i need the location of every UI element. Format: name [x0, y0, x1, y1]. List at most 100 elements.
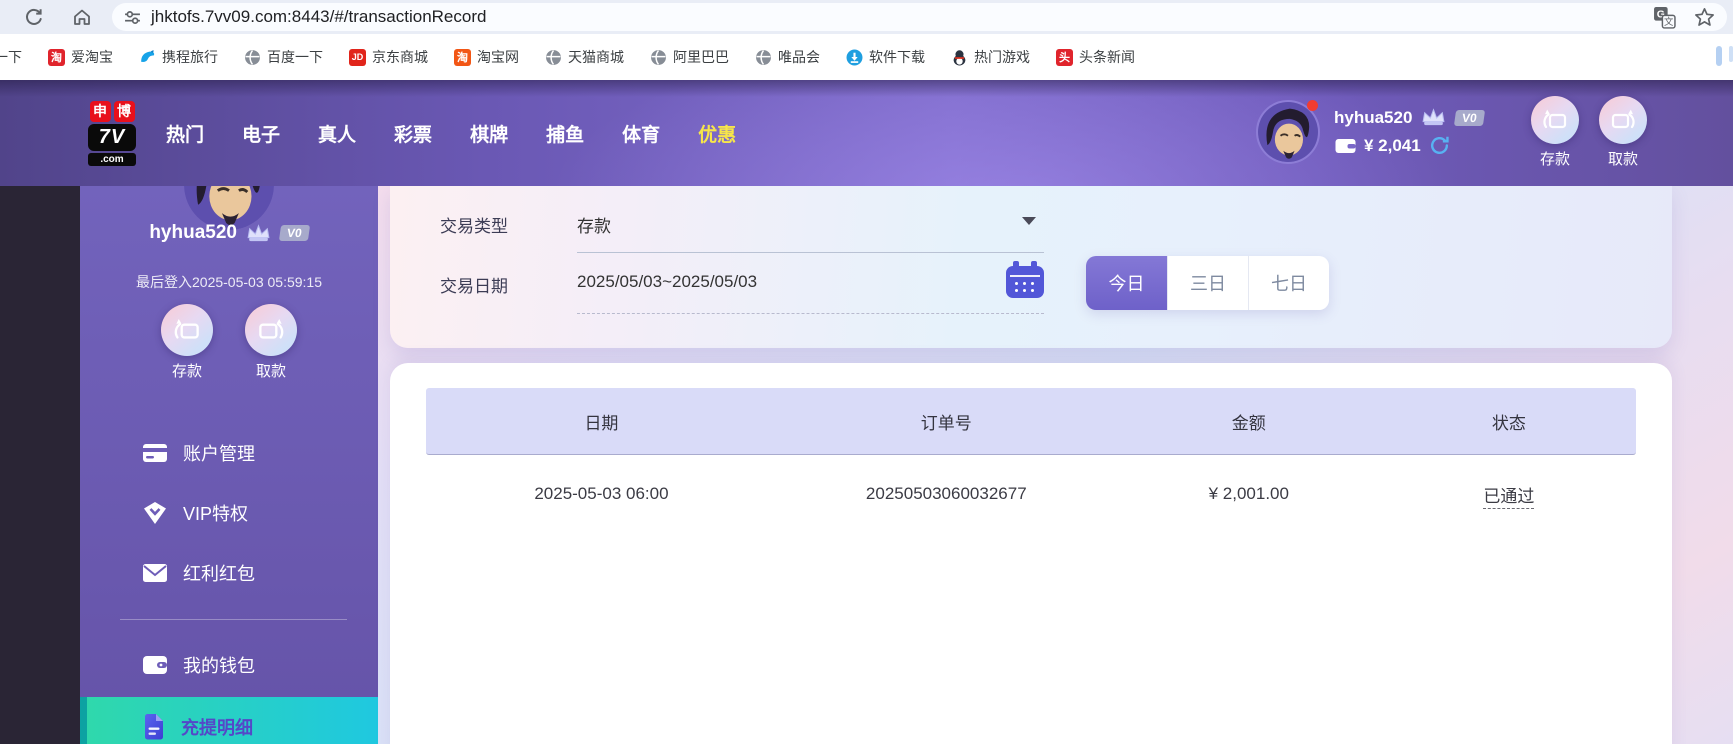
nav-live[interactable]: 真人 — [318, 120, 356, 147]
globe-icon — [755, 49, 772, 66]
nav-lottery[interactable]: 彩票 — [394, 120, 432, 147]
vip-gem-icon — [142, 501, 168, 525]
bookmark-taobao[interactable]: 淘 淘宝网 — [454, 47, 519, 67]
nav-hot[interactable]: 热门 — [166, 120, 204, 147]
bookmark-vip[interactable]: 唯品会 — [755, 47, 820, 67]
status-badge[interactable]: 已通过 — [1483, 487, 1534, 509]
card-icon — [142, 442, 168, 464]
bookmark-label: 天猫商城 — [568, 47, 624, 67]
bookmark-label: 阿里巴巴 — [673, 47, 729, 67]
bookmark-partial[interactable]: 一下 — [0, 47, 22, 67]
crown-icon — [1420, 107, 1447, 128]
left-dark-strip — [0, 186, 80, 744]
bookmark-ctrip[interactable]: 携程旅行 — [139, 47, 218, 67]
user-cluster: hyhua520 V0 ¥ 2,041 — [1256, 100, 1484, 164]
bookmark-label: 热门游戏 — [974, 47, 1030, 67]
download-icon — [846, 49, 863, 66]
penguin-icon — [951, 49, 968, 66]
taobao-orange-icon: 淘 — [454, 49, 471, 66]
url-bar[interactable]: jhktofs.7vv09.com:8443/#/transactionReco… — [112, 3, 1727, 31]
bookmark-games[interactable]: 热门游戏 — [951, 47, 1030, 67]
sidebar-withdraw-button[interactable]: 取款 — [245, 304, 297, 381]
site-logo[interactable]: 申 博 7V .com — [88, 101, 136, 166]
notification-dot — [1307, 100, 1318, 111]
vip-level-badge: V0 — [279, 225, 310, 241]
reload-icon[interactable] — [24, 7, 44, 27]
sidebar-item-wallet[interactable]: 我的钱包 — [80, 638, 378, 692]
document-icon — [142, 713, 166, 741]
scrollbar-thumb[interactable] — [1716, 46, 1722, 66]
sidebar-deposit-button[interactable]: 存款 — [161, 304, 213, 381]
sidebar-item-label: 红利红包 — [183, 560, 255, 586]
taobao-red-icon: 淘 — [48, 49, 65, 66]
wallet-icon — [142, 654, 168, 676]
bookmark-jd[interactable]: JD 京东商城 — [349, 47, 428, 67]
sidebar-divider — [120, 619, 347, 620]
nav-promo[interactable]: 优惠 — [698, 120, 736, 147]
sidebar-item-label: 充提明细 — [181, 714, 253, 740]
last-login-text: 最后登入2025-05-03 05:59:15 — [80, 272, 378, 292]
col-order: 订单号 — [777, 409, 1116, 434]
jd-icon: JD — [349, 49, 366, 66]
crown-icon — [245, 223, 272, 244]
globe-icon — [545, 49, 562, 66]
chevron-down-icon[interactable] — [1022, 217, 1036, 225]
withdraw-icon — [245, 304, 297, 356]
range-today-button[interactable]: 今日 — [1086, 256, 1167, 310]
header-deposit-button[interactable]: 存款 — [1531, 96, 1579, 169]
url-text[interactable]: jhktofs.7vv09.com:8443/#/transactionReco… — [151, 7, 486, 27]
refresh-balance-icon[interactable] — [1428, 134, 1451, 157]
logo-7v: 7V — [88, 124, 136, 151]
cell-status: 已通过 — [1382, 482, 1636, 507]
bookmark-software[interactable]: 软件下载 — [846, 47, 925, 67]
deposit-icon — [161, 304, 213, 356]
transaction-table-card: 日期 订单号 金额 状态 2025-05-03 06:00 2025050306… — [390, 363, 1672, 744]
dolphin-icon — [139, 49, 156, 66]
balance-amount: ¥ 2,041 — [1364, 136, 1421, 156]
sidebar-item-label: VIP特权 — [183, 500, 248, 526]
bookmark-label: 软件下载 — [869, 47, 925, 67]
bookmark-label: 携程旅行 — [162, 47, 218, 67]
range-3day-button[interactable]: 三日 — [1167, 256, 1248, 310]
sidebar-item-transactions[interactable]: 充提明细 — [80, 697, 378, 744]
nav-sports[interactable]: 体育 — [622, 120, 660, 147]
bookmark-baidu[interactable]: 百度一下 — [244, 47, 323, 67]
site-settings-icon[interactable] — [124, 9, 141, 26]
transaction-type-value[interactable]: 存款 — [577, 212, 611, 237]
user-avatar[interactable] — [1256, 100, 1320, 164]
bookmark-aitaobao[interactable]: 淘 爱淘宝 — [48, 47, 113, 67]
nav-fishing[interactable]: 捕鱼 — [546, 120, 584, 147]
bookmark-label: 百度一下 — [267, 47, 323, 67]
sidebar-item-label: 账户管理 — [183, 440, 255, 466]
bookmark-alibaba[interactable]: 阿里巴巴 — [650, 47, 729, 67]
home-icon[interactable] — [72, 7, 92, 27]
bookmarks-bar: 一下 淘 爱淘宝 携程旅行 百度一下 JD 京东商城 淘 淘宝网 天猫商城 阿里… — [0, 34, 1733, 80]
nav-chess[interactable]: 棋牌 — [470, 120, 508, 147]
sidebar-item-bonus[interactable]: 红利红包 — [80, 546, 378, 600]
date-range-group: 今日 三日 七日 — [1086, 256, 1329, 310]
transaction-date-value[interactable]: 2025/05/03~2025/05/03 — [577, 272, 757, 292]
wallet-icon — [1334, 137, 1357, 155]
bookmark-tmall[interactable]: 天猫商城 — [545, 47, 624, 67]
col-amount: 金额 — [1116, 409, 1382, 434]
translate-icon[interactable]: G文 — [1653, 6, 1676, 29]
logo-char-bo: 博 — [114, 101, 135, 122]
sidebar-item-vip[interactable]: VIP特权 — [80, 486, 378, 540]
bookmark-star-icon[interactable] — [1694, 7, 1715, 28]
header-withdraw-button[interactable]: 取款 — [1599, 96, 1647, 169]
sidebar-item-account[interactable]: 账户管理 — [80, 426, 378, 480]
calendar-icon[interactable] — [1006, 266, 1044, 298]
globe-icon — [650, 49, 667, 66]
transaction-date-label: 交易日期 — [440, 272, 508, 297]
browser-window: jhktofs.7vv09.com:8443/#/transactionReco… — [0, 0, 1733, 744]
globe-icon — [244, 49, 261, 66]
range-7day-button[interactable]: 七日 — [1248, 256, 1329, 310]
withdraw-label: 取款 — [1608, 148, 1638, 169]
cell-amount: ¥ 2,001.00 — [1116, 484, 1382, 504]
bookmark-toutiao[interactable]: 头 头条新闻 — [1056, 47, 1135, 67]
nav-slots[interactable]: 电子 — [242, 120, 280, 147]
envelope-icon — [142, 563, 168, 583]
scrollbar-edge[interactable] — [1729, 46, 1733, 62]
logo-com: .com — [88, 153, 136, 166]
type-underline — [577, 252, 1044, 253]
